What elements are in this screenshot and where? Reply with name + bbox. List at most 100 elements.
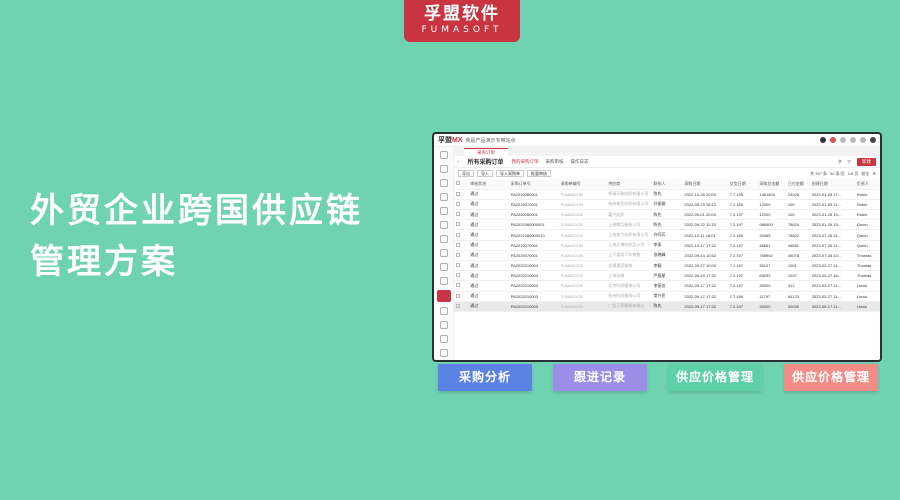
- table-cell: Thomas: [854, 250, 880, 262]
- column-header[interactable]: 采购订单号: [508, 179, 559, 190]
- row-checkbox[interactable]: [454, 260, 469, 272]
- table-cell: 2022-09-17 17:32: [682, 291, 728, 302]
- document-icon[interactable]: [440, 263, 448, 271]
- archive-icon[interactable]: [440, 349, 448, 357]
- settings-icon[interactable]: [840, 137, 846, 143]
- table-cell: 2023-03-27 11:..: [809, 280, 855, 292]
- feature-supply-price-button[interactable]: 供应价格管理: [668, 364, 762, 391]
- shipment-icon[interactable]: [440, 235, 448, 243]
- table-row[interactable]: 通过 PA2019070001 FUMA20190 上海文博纺织品公司 李丽 2022-1…: [454, 240, 880, 251]
- supplier-icon[interactable]: [440, 307, 448, 315]
- table-cell: FUMA20220: [558, 219, 607, 231]
- table-row[interactable]: 通过 PA2022010004 FUMA20220 上海丝绸 严祖星 2022-09-19…: [454, 270, 880, 282]
- table-cell: PA2019070001: [508, 250, 559, 262]
- column-header[interactable]: 采购总金额: [757, 179, 786, 190]
- pager-page[interactable]: 1/8 页: [848, 171, 859, 177]
- row-checkbox[interactable]: [454, 219, 469, 231]
- column-header[interactable]: 创建日期: [809, 179, 855, 190]
- table-cell: 广西万家服装有限公: [606, 301, 652, 312]
- row-checkbox[interactable]: [454, 301, 469, 312]
- table-cell: Linda: [854, 301, 880, 312]
- row-checkbox[interactable]: [454, 270, 469, 282]
- batch-audit-button[interactable]: 批量审核: [527, 170, 551, 177]
- table-cell: 上海丝绸: [606, 270, 652, 282]
- row-checkbox[interactable]: [454, 250, 469, 262]
- table-cell: 杭州希亚纺织有限公司: [606, 199, 652, 211]
- row-checkbox[interactable]: [454, 240, 469, 251]
- help-icon[interactable]: [850, 137, 856, 143]
- table-cell: 陈先: [651, 209, 683, 221]
- product-icon[interactable]: [440, 193, 448, 201]
- table-cell: 李丽: [651, 240, 683, 251]
- mail-icon[interactable]: [440, 179, 448, 187]
- table-body: 通过 PA2019080001 FUMA20190 德清天和纺织有限公司 陈先 2022-…: [454, 189, 880, 312]
- message-icon[interactable]: [860, 137, 866, 143]
- table-cell: 2023-01-26 15:..: [809, 219, 855, 231]
- pager-goto[interactable]: 前往: [861, 171, 869, 177]
- settings-icon[interactable]: ⚙: [872, 171, 876, 176]
- column-header[interactable]: 联系人: [651, 179, 683, 190]
- table-cell: 46661: [785, 240, 810, 251]
- stock-icon[interactable]: [440, 277, 448, 285]
- nav-log[interactable]: 操作日志: [571, 159, 589, 165]
- finance-icon[interactable]: [440, 249, 448, 257]
- feature-supply-price-button-2[interactable]: 供应价格管理: [784, 364, 878, 391]
- avatar[interactable]: [870, 137, 876, 143]
- pager-size[interactable]: 50 条/页: [830, 171, 845, 177]
- quote-icon[interactable]: [440, 207, 448, 215]
- add-button[interactable]: 新建: [857, 157, 876, 166]
- import-order-button[interactable]: 导入采购单: [496, 170, 524, 177]
- row-checkbox[interactable]: [454, 229, 469, 241]
- report-icon[interactable]: [440, 335, 448, 343]
- row-checkbox[interactable]: [454, 280, 469, 292]
- order-icon[interactable]: [440, 221, 448, 229]
- row-checkbox[interactable]: [454, 209, 469, 221]
- table-cell: PA2022010003: [508, 291, 559, 302]
- column-header[interactable]: 已付金额: [785, 179, 810, 190]
- purchase-icon[interactable]: [437, 290, 451, 302]
- table-row[interactable]: 通过 PA2019070001 FUMA20190 上汽通用汽车销售 张晓峰 2022-0…: [454, 250, 880, 262]
- brand-name-cn: 孚盟软件: [424, 4, 500, 24]
- column-header[interactable]: 采购日期: [682, 179, 728, 190]
- column-header[interactable]: 采购单编号: [558, 179, 607, 190]
- table-row[interactable]: 通过 PA2019070001 FUMA20190 杭州希亚纺织有限公司 孙振雄 2022…: [454, 199, 880, 211]
- table-cell: 7.2.197: [727, 250, 758, 262]
- table-row[interactable]: 通过 PA2022010004 FUMA20220 丝绸通家服饰 李磊 2022-09-2…: [454, 260, 880, 272]
- column-header[interactable]: 审核状态: [468, 179, 509, 190]
- column-header[interactable]: 负责人: [854, 179, 880, 190]
- app-topbar: 孚盟MX 我是产品演示专用站点: [434, 134, 880, 147]
- row-checkbox[interactable]: [454, 189, 469, 200]
- filter-icon[interactable]: ▽: [848, 159, 851, 165]
- row-checkbox[interactable]: [454, 199, 469, 211]
- table-cell: 2022-09-27 10:00: [682, 260, 728, 272]
- back-icon[interactable]: ‹: [458, 159, 460, 164]
- customer-icon[interactable]: [440, 165, 448, 173]
- table-cell: 2023-03-27 11:..: [809, 260, 855, 272]
- table-row[interactable]: 通过 PA2022080000001 FUMA20220 上海朗臣服装公司 陈先 2022…: [454, 219, 880, 231]
- table-row[interactable]: 通过 PA2022010003 FUMA20220 杭州时尚服饰公司 常兴民 2022-0…: [454, 291, 880, 302]
- feature-follow-up-button[interactable]: 跟进记录: [553, 364, 647, 391]
- import-button[interactable]: 导入: [477, 170, 493, 177]
- select-all-checkbox[interactable]: [454, 179, 469, 190]
- home-icon[interactable]: [440, 151, 448, 159]
- notification-icon[interactable]: [830, 137, 836, 143]
- export-button[interactable]: 导出: [458, 170, 474, 177]
- search-icon[interactable]: ⚲: [838, 159, 841, 165]
- page-title[interactable]: 所有采购订单: [468, 157, 504, 166]
- table-row[interactable]: 通过 PA2020050001 FUMA20200 嘉兴纺织 陈先 2022-09-01 …: [454, 209, 880, 221]
- row-checkbox[interactable]: [454, 291, 469, 302]
- orders-table: 审核状态 采购订单号 采购单编号 供应商 联系人 采购日期 交货日期 采购总金额…: [454, 179, 880, 312]
- table-row[interactable]: 通过 PA2019080001 FUMA20190 德清天和纺织有限公司 陈先 2022-…: [454, 189, 880, 200]
- table-cell: 通过: [468, 219, 509, 231]
- text-icon[interactable]: [440, 321, 448, 329]
- table-row[interactable]: 通过 PA2022010003 FUMA20220 北京时尚服饰公司 李丽佳 2022-0…: [454, 280, 880, 292]
- nav-my-orders[interactable]: 我的采购订单: [512, 159, 539, 165]
- table-row[interactable]: 通过 PA2022010003 FUMA20220 广西万家服装有限公 陈先 2022-0…: [454, 301, 880, 312]
- user-icon[interactable]: [820, 137, 826, 143]
- tab-purchase-order[interactable]: 采购订单: [464, 148, 508, 156]
- feature-purchase-analysis-button[interactable]: 采购分析: [438, 364, 532, 391]
- nav-audit[interactable]: 采购审核: [546, 159, 564, 165]
- column-header[interactable]: 交货日期: [727, 179, 758, 190]
- table-row[interactable]: 通过 PA2021080000010 FUMA20210 上海安力纺织有限公司 许同芳 2…: [454, 229, 880, 241]
- column-header[interactable]: 供应商: [606, 179, 652, 190]
